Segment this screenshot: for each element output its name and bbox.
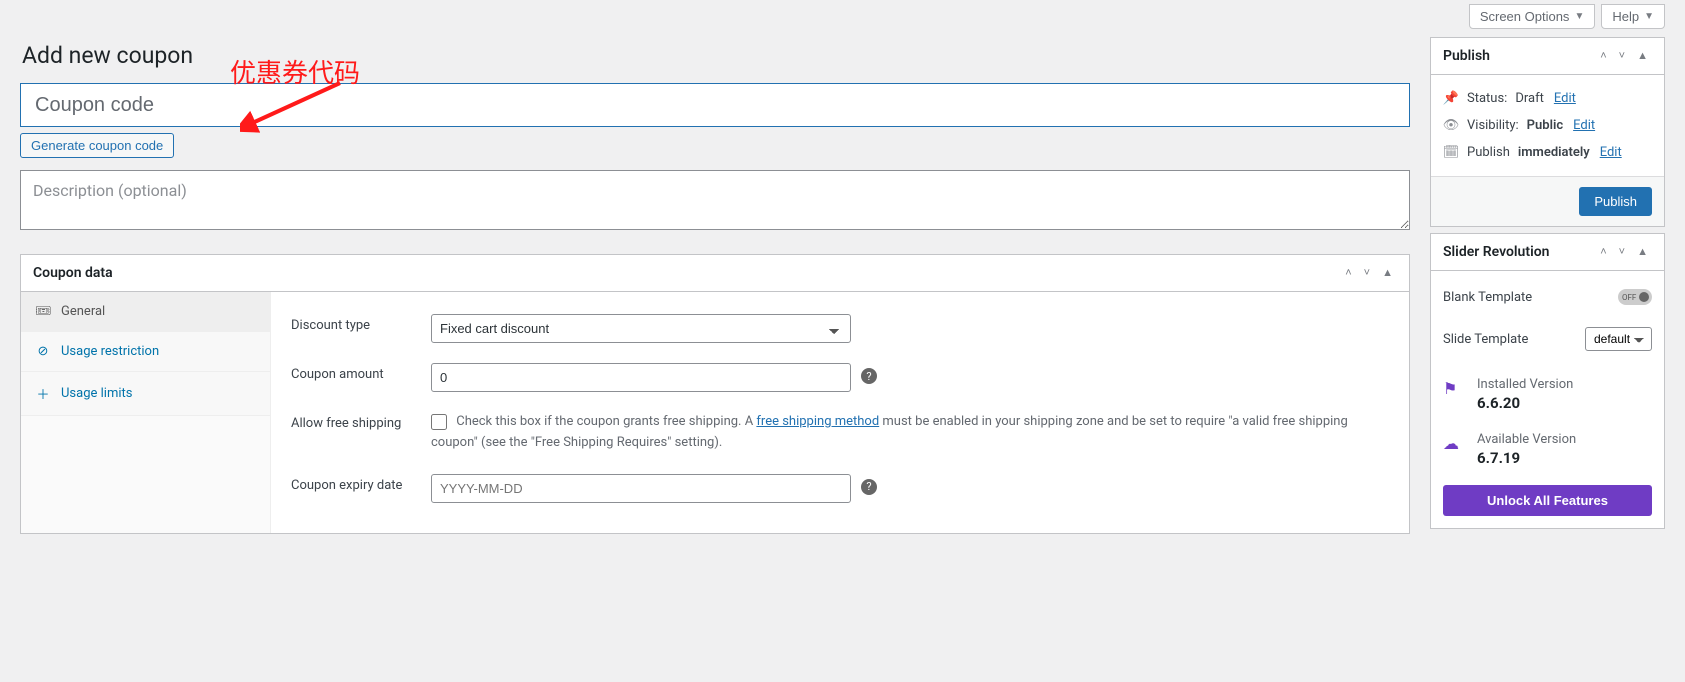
coupon-amount-input[interactable]: [431, 363, 851, 392]
blank-template-toggle[interactable]: OFF: [1618, 289, 1652, 305]
free-shipping-method-link[interactable]: free shipping method: [756, 414, 879, 429]
status-value: Draft: [1515, 91, 1544, 106]
edit-schedule-link[interactable]: Edit: [1600, 145, 1622, 160]
schedule-value: immediately: [1518, 145, 1590, 160]
help-icon[interactable]: ?: [861, 368, 877, 384]
tab-usage-limits-label: Usage limits: [61, 386, 132, 401]
chevron-down-icon: ▼: [1574, 11, 1584, 22]
help-label: Help: [1612, 9, 1639, 24]
installed-version-label: Installed Version: [1477, 377, 1573, 392]
tab-usage-limits[interactable]: ＋ Usage limits: [21, 372, 270, 416]
coupon-amount-label: Coupon amount: [291, 363, 431, 382]
installed-version-value: 6.6.20: [1477, 394, 1573, 412]
free-shipping-checkbox[interactable]: [431, 414, 447, 430]
block-icon: ⊘: [35, 344, 51, 359]
visibility-value: Public: [1527, 118, 1563, 133]
calendar-icon: 🗓: [1443, 145, 1459, 160]
discount-type-label: Discount type: [291, 314, 431, 333]
coupon-code-input[interactable]: [20, 83, 1410, 127]
pin-icon: 📌: [1443, 91, 1459, 106]
available-version-value: 6.7.19: [1477, 449, 1576, 467]
tab-usage-restriction-label: Usage restriction: [61, 344, 159, 359]
screen-options-label: Screen Options: [1480, 9, 1570, 24]
page-title: Add new coupon: [22, 42, 1410, 69]
move-down-button[interactable]: ˅: [1615, 244, 1629, 260]
generate-coupon-code-button[interactable]: Generate coupon code: [20, 133, 174, 158]
coupon-data-box: Coupon data ˄ ˅ ▲ 🎟 General ⊘ Usage rest…: [20, 254, 1410, 534]
publish-title: Publish: [1443, 48, 1490, 64]
status-label: Status:: [1467, 91, 1507, 106]
tab-general-label: General: [61, 304, 105, 319]
move-down-button[interactable]: ˅: [1615, 48, 1629, 64]
discount-type-select[interactable]: Fixed cart discount: [431, 314, 851, 343]
move-up-button[interactable]: ˄: [1341, 265, 1355, 281]
eye-icon: 👁: [1443, 118, 1459, 133]
plus-icon: ＋: [35, 384, 51, 403]
schedule-label: Publish: [1467, 145, 1510, 160]
move-up-button[interactable]: ˄: [1596, 244, 1610, 260]
chevron-down-icon: ▼: [1644, 11, 1654, 22]
available-version-label: Available Version: [1477, 432, 1576, 447]
edit-status-link[interactable]: Edit: [1554, 91, 1576, 106]
free-shipping-text-before: Check this box if the coupon grants free…: [456, 414, 756, 429]
tab-general[interactable]: 🎟 General: [21, 292, 270, 332]
screen-options-button[interactable]: Screen Options ▼: [1469, 4, 1596, 29]
visibility-label: Visibility:: [1467, 118, 1519, 133]
flag-icon: ⚑: [1443, 379, 1463, 398]
toggle-panel-button[interactable]: ▲: [1378, 265, 1397, 281]
help-icon[interactable]: ?: [861, 479, 877, 495]
unlock-features-button[interactable]: Unlock All Features: [1443, 485, 1652, 516]
free-shipping-label: Allow free shipping: [291, 412, 431, 431]
toggle-panel-button[interactable]: ▲: [1633, 244, 1652, 260]
ticket-icon: 🎟: [35, 304, 51, 319]
tab-usage-restriction[interactable]: ⊘ Usage restriction: [21, 332, 270, 372]
slider-revolution-box: Slider Revolution ˄ ˅ ▲ Blank Template O…: [1430, 233, 1665, 529]
coupon-expiry-input[interactable]: [431, 474, 851, 503]
edit-visibility-link[interactable]: Edit: [1573, 118, 1595, 133]
move-down-button[interactable]: ˅: [1360, 265, 1374, 281]
expiry-label: Coupon expiry date: [291, 474, 431, 493]
move-up-button[interactable]: ˄: [1596, 48, 1610, 64]
slide-template-label: Slide Template: [1443, 332, 1528, 347]
cloud-download-icon: ☁: [1443, 434, 1463, 453]
blank-template-label: Blank Template: [1443, 290, 1532, 305]
publish-button[interactable]: Publish: [1579, 187, 1652, 216]
slider-title: Slider Revolution: [1443, 244, 1549, 260]
help-button[interactable]: Help ▼: [1601, 4, 1665, 29]
publish-box: Publish ˄ ˅ ▲ 📌 Status: Draft Edit 👁 Vis…: [1430, 37, 1665, 227]
coupon-data-title: Coupon data: [33, 265, 113, 281]
slide-template-select[interactable]: default: [1585, 327, 1652, 351]
coupon-description-textarea[interactable]: [20, 170, 1410, 230]
toggle-panel-button[interactable]: ▲: [1633, 48, 1652, 64]
